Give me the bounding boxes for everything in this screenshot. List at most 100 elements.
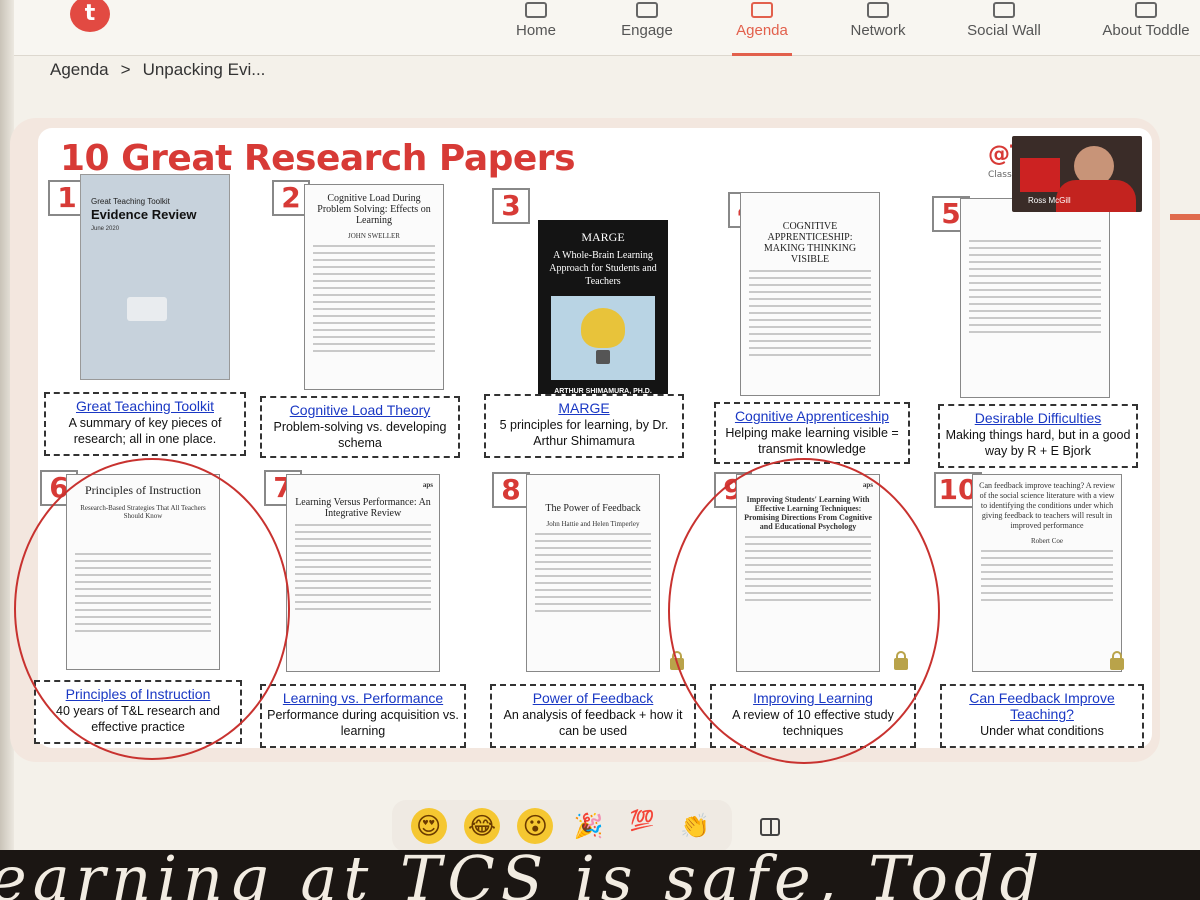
building-icon (1135, 2, 1157, 18)
cover-title: Improving Students' Learning With Effect… (744, 495, 872, 531)
desk-lettering: earning at TCS is safe, Todd (0, 850, 1046, 900)
cover-title: Principles of Instruction (85, 483, 201, 497)
nav-label: Engage (621, 22, 673, 39)
background-object (1020, 158, 1060, 192)
paper-caption-10: Can Feedback Improve Teaching? Under wha… (940, 684, 1144, 748)
paper-caption-7: Learning vs. Performance Performance dur… (260, 684, 466, 748)
calendar-icon (751, 2, 773, 18)
paper-cover-1: Great Teaching Toolkit Evidence Review J… (80, 174, 230, 380)
app-screen: t Home Engage Agenda Network Social Wall… (0, 0, 1200, 852)
lock-icon (670, 651, 684, 670)
paper-desc-10: Under what conditions (980, 724, 1104, 738)
paper-caption-3: MARGE 5 principles for learning, by Dr. … (484, 394, 684, 458)
party-popper-emoji[interactable]: 🎉 (571, 808, 607, 844)
laughing-emoji[interactable]: 😂 (463, 808, 500, 844)
paper-cover-6: Principles of Instruction Research-Based… (66, 474, 220, 670)
cover-illustration (127, 297, 167, 321)
paper-desc-6: 40 years of T&L research and effective p… (56, 704, 220, 734)
toddle-logo[interactable]: t (70, 0, 110, 32)
side-panel-toggle-icon[interactable] (760, 818, 780, 836)
paper-cover-10: Can feedback improve teaching? A review … (972, 474, 1122, 672)
lock-icon (894, 651, 908, 670)
paper-link-1[interactable]: Great Teaching Toolkit (50, 398, 240, 414)
cover-subtitle: Research-Based Strategies That All Teach… (80, 504, 206, 520)
shapes-icon (993, 2, 1015, 18)
paper-link-8[interactable]: Power of Feedback (496, 690, 690, 706)
top-navigation: t Home Engage Agenda Network Social Wall… (14, 0, 1200, 56)
breadcrumb-current: Unpacking Evi... (142, 60, 266, 79)
engage-icon (636, 2, 658, 18)
paper-link-7[interactable]: Learning vs. Performance (266, 690, 460, 706)
chevron-right-icon: > (120, 60, 131, 79)
paper-link-6[interactable]: Principles of Instruction (40, 686, 236, 702)
heart-eyes-emoji[interactable]: 😍 (410, 808, 447, 844)
paper-caption-2: Cognitive Load Theory Problem-solving vs… (260, 396, 460, 458)
nav-label: Home (515, 22, 556, 39)
cover-title: COGNITIVE APPRENTICESHIP: MAKING THINKIN… (763, 221, 857, 265)
hundred-emoji[interactable]: 💯 (624, 808, 660, 844)
paper-number-8: 8 (492, 472, 530, 508)
cover-author: Robert Coe (1030, 537, 1064, 545)
paper-link-9[interactable]: Improving Learning (716, 690, 910, 706)
paper-cover-4: COGNITIVE APPRENTICESHIP: MAKING THINKIN… (740, 192, 880, 396)
paper-desc-8: An analysis of feedback + how it can be … (503, 708, 683, 738)
nav-social-wall[interactable]: Social Wall (964, 0, 1044, 56)
paper-link-5[interactable]: Desirable Difficulties (944, 410, 1132, 426)
nav-about-toddle[interactable]: About Toddle (1098, 0, 1194, 56)
accent-stripe (1170, 214, 1200, 220)
paper-desc-9: A review of 10 effective study technique… (732, 708, 894, 738)
nav-agenda[interactable]: Agenda (732, 0, 792, 56)
paper-desc-7: Performance during acquisition vs. learn… (267, 708, 459, 738)
nav-engage[interactable]: Engage (616, 0, 678, 56)
cover-author: John Hattie and Helen Timperley (546, 520, 640, 528)
nav-home[interactable]: Home (512, 0, 560, 56)
paper-caption-4: Cognitive Apprenticeship Helping make le… (714, 402, 910, 464)
paper-link-4[interactable]: Cognitive Apprenticeship (720, 408, 904, 424)
nav-network[interactable]: Network (846, 0, 910, 56)
desk-surface: earning at TCS is safe, Todd (0, 850, 1200, 900)
paper-cover-9: aps Improving Students' Learning With Ef… (736, 474, 880, 672)
clapping-emoji[interactable]: 👏 (677, 808, 713, 844)
paper-desc-1: A summary of key pieces of research; all… (68, 416, 222, 446)
sofa-icon (867, 2, 889, 18)
paper-cover-7: aps Learning Versus Performance: An Inte… (286, 474, 440, 672)
breadcrumb: Agenda > Unpacking Evi... (50, 60, 265, 82)
paper-cover-3: MARGE A Whole-Brain Learning Approach fo… (538, 220, 668, 406)
reaction-bar: 😍 😂 😮 🎉 💯 👏 (392, 800, 732, 852)
home-icon (525, 2, 547, 18)
nav-label: Agenda (736, 22, 788, 39)
cover-title: Cognitive Load During Problem Solving: E… (317, 193, 431, 226)
cover-subtitle: A Whole-Brain Learning Approach for Stud… (549, 250, 657, 287)
paper-desc-4: Helping make learning visible = transmit… (725, 426, 899, 456)
brain-bulb-illustration (551, 296, 655, 380)
cover-author: JOHN SWELLER (348, 232, 400, 240)
cover-title: Can feedback improve teaching? A review … (979, 481, 1115, 530)
cover-title: MARGE (581, 230, 625, 244)
surprised-emoji[interactable]: 😮 (517, 808, 554, 844)
presenter-webcam[interactable]: Ross McGill (1012, 136, 1142, 212)
paper-cover-5 (960, 198, 1110, 398)
paper-caption-6: Principles of Instruction 40 years of T&… (34, 680, 242, 744)
cover-title: Learning Versus Performance: An Integrat… (295, 497, 431, 519)
paper-number-3: 3 (492, 188, 530, 224)
paper-link-3[interactable]: MARGE (490, 400, 678, 416)
presenter-name: Ross McGill (1028, 196, 1071, 205)
aps-badge: aps (422, 481, 433, 489)
paper-link-10[interactable]: Can Feedback Improve Teaching? (946, 690, 1138, 722)
breadcrumb-root[interactable]: Agenda (50, 60, 109, 82)
nav-label: Social Wall (967, 22, 1041, 39)
paper-cover-8: The Power of Feedback John Hattie and He… (526, 474, 660, 672)
nav-label: About Toddle (1102, 22, 1190, 39)
cover-title: Evidence Review (91, 207, 197, 222)
paper-desc-3: 5 principles for learning, by Dr. Arthur… (499, 418, 669, 448)
lock-icon (1110, 651, 1124, 670)
paper-desc-5: Making things hard, but in a good way by… (945, 428, 1131, 458)
paper-link-2[interactable]: Cognitive Load Theory (266, 402, 454, 418)
slide-title: 10 Great Research Papers (60, 138, 576, 179)
paper-caption-5: Desirable Difficulties Making things har… (938, 404, 1138, 468)
cover-title: The Power of Feedback (545, 503, 641, 514)
cover-date: June 2020 (91, 226, 120, 232)
slide-frame: 10 Great Research Papers @Tea Classroom … (10, 118, 1160, 762)
paper-desc-2: Problem-solving vs. developing schema (273, 420, 447, 450)
paper-caption-8: Power of Feedback An analysis of feedbac… (490, 684, 696, 748)
